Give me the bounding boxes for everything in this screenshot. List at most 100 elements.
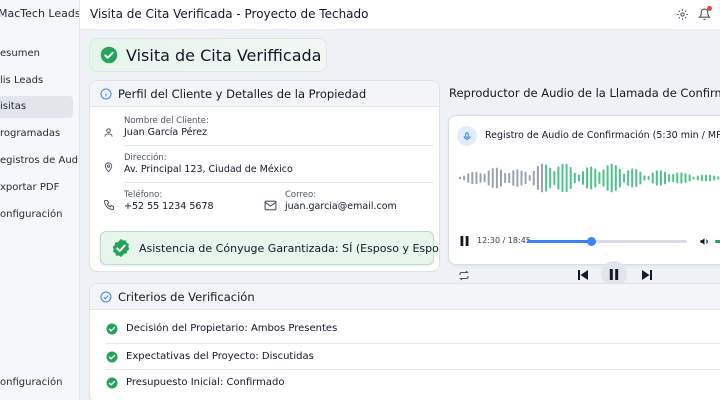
check-circle-icon bbox=[106, 377, 118, 389]
waveform-bar bbox=[590, 166, 593, 190]
client-name-value: Juan García Pérez bbox=[124, 127, 208, 138]
sidebar-item-registros-audio[interactable]: egistros de Audio bbox=[0, 150, 79, 172]
email-label: Correo: bbox=[285, 190, 317, 200]
sidebar-item-configuracion-bottom[interactable]: onfiguración bbox=[0, 372, 73, 394]
spouse-attendance-badge: Asistencia de Cónyuge Garantizada: SÍ (E… bbox=[100, 231, 439, 265]
waveform-bar bbox=[582, 171, 584, 185]
sidebar-item-resumen[interactable]: esumen bbox=[0, 43, 73, 65]
waveform-bar bbox=[700, 174, 703, 182]
address-value: Av. Principal 123, Ciudad de México bbox=[124, 164, 293, 175]
audio-progress-fill bbox=[527, 240, 591, 243]
waveform-bar bbox=[459, 176, 461, 180]
audio-player-card: Registro de Audio de Confirmación (5:30 … bbox=[448, 115, 720, 287]
email-field: Correo: juan.garcia@email.com bbox=[285, 190, 397, 212]
criteria-item: Expectativas del Proyecto: Discutidas bbox=[106, 344, 720, 369]
waveform-bar bbox=[705, 174, 707, 182]
client-name-field: Nombre del Cliente: Juan García Pérez bbox=[124, 116, 209, 138]
gear-icon[interactable] bbox=[674, 6, 690, 22]
pause-small-button[interactable] bbox=[458, 235, 470, 247]
verified-banner: Visita de Cita Verifficada bbox=[89, 38, 327, 72]
audio-waveform[interactable] bbox=[449, 158, 720, 198]
waveform-bar bbox=[586, 167, 589, 189]
verified-badge-icon bbox=[111, 238, 131, 258]
waveform-bar bbox=[528, 174, 531, 182]
volume-icon[interactable] bbox=[697, 234, 711, 248]
waveform-bar bbox=[500, 169, 502, 187]
waveform-bar bbox=[483, 173, 486, 183]
address-field: Dirección: Av. Principal 123, Ciudad de … bbox=[124, 153, 293, 175]
waveform-bar bbox=[651, 172, 654, 184]
phone-label: Teléfono: bbox=[124, 190, 163, 200]
waveform-bar bbox=[696, 175, 699, 181]
waveform-bar bbox=[463, 175, 466, 181]
waveform-bar bbox=[577, 174, 580, 182]
check-circle-icon bbox=[106, 323, 118, 335]
client-name-label: Nombre del Cliente: bbox=[124, 116, 209, 126]
verification-criteria-card: Criterios de Verificación Decisión del P… bbox=[89, 283, 720, 400]
mail-icon bbox=[264, 196, 277, 215]
waveform-bar bbox=[573, 172, 576, 184]
waveform-bar bbox=[471, 171, 474, 185]
criteria-card-header: Criterios de Verificación bbox=[90, 284, 720, 310]
waveform-bar bbox=[655, 170, 658, 186]
skip-back-button[interactable] bbox=[576, 268, 590, 282]
waveform-bar bbox=[598, 172, 601, 184]
info-icon bbox=[100, 88, 112, 100]
sidebar-item-mis-leads[interactable]: lis Leads bbox=[0, 70, 73, 92]
waveform-bar bbox=[557, 166, 560, 190]
waveform-bar bbox=[594, 168, 597, 188]
waveform-bar bbox=[676, 172, 679, 184]
waveform-bar bbox=[524, 171, 527, 185]
audio-progress-handle[interactable] bbox=[587, 237, 596, 246]
waveform-bar bbox=[565, 163, 568, 193]
sidebar-item-exportar-pdf[interactable]: xportar PDF bbox=[0, 177, 73, 199]
waveform-bar bbox=[643, 175, 646, 181]
waveform-bar bbox=[631, 168, 634, 188]
waveform-bar bbox=[532, 170, 535, 186]
waveform-bar bbox=[561, 163, 564, 193]
sidebar-item-visitas[interactable]: isitas bbox=[0, 96, 73, 118]
waveform-bar bbox=[717, 176, 720, 180]
waveform-bar bbox=[516, 169, 519, 187]
bell-icon[interactable] bbox=[696, 6, 712, 22]
playback-time: 12:30 / 18:45 bbox=[477, 236, 531, 245]
waveform-bar bbox=[692, 176, 695, 180]
volume-slider[interactable] bbox=[715, 240, 720, 243]
user-icon bbox=[103, 123, 114, 142]
waveform-bar bbox=[635, 169, 638, 187]
field-divider bbox=[124, 145, 434, 146]
location-pin-icon bbox=[103, 158, 114, 177]
spouse-attendance-text: Asistencia de Cónyuge Garantizada: SÍ (E… bbox=[139, 241, 440, 255]
skip-forward-button[interactable] bbox=[640, 268, 654, 282]
criteria-item-label: Presupuesto Inicial: Confirmado bbox=[126, 377, 285, 388]
audio-progress-track[interactable] bbox=[527, 237, 687, 246]
waveform-bar bbox=[688, 174, 691, 182]
waveform-bar bbox=[467, 173, 470, 183]
waveform-bar bbox=[713, 175, 716, 181]
waveform-bar bbox=[541, 163, 543, 193]
profile-card-title: Perfil del Cliente y Detalles de la Prop… bbox=[118, 86, 367, 101]
waveform-bar bbox=[623, 173, 625, 183]
waveform-bar bbox=[668, 174, 671, 182]
waveform-bar bbox=[680, 172, 683, 184]
waveform-bar bbox=[614, 164, 617, 192]
field-divider bbox=[124, 182, 434, 183]
waveform-bar bbox=[479, 173, 482, 183]
criteria-item: Presupuesto Inicial: Confirmado bbox=[106, 370, 720, 395]
waveform-bar bbox=[508, 172, 511, 184]
repeat-icon[interactable] bbox=[457, 268, 471, 282]
criteria-card-title: Criterios de Verificación bbox=[118, 289, 255, 304]
waveform-bar bbox=[610, 163, 613, 193]
phone-icon bbox=[103, 196, 115, 215]
page-title: Visita de Cita Verifficada bbox=[126, 45, 322, 65]
top-bar: Visita de Cita Verificada - Proyecto de … bbox=[80, 0, 720, 30]
sidebar-item-programadas[interactable]: rogramadas bbox=[0, 123, 73, 145]
waveform-bar bbox=[672, 173, 675, 183]
waveform-bar bbox=[647, 175, 650, 181]
sidebar-item-configuracion[interactable]: onfiguración bbox=[0, 204, 73, 226]
check-circle-icon bbox=[100, 46, 118, 64]
email-value[interactable]: juan.garcia@email.com bbox=[285, 201, 397, 212]
waveform-bar bbox=[639, 171, 642, 185]
waveform-bar bbox=[664, 171, 666, 185]
waveform-bar bbox=[512, 170, 515, 186]
